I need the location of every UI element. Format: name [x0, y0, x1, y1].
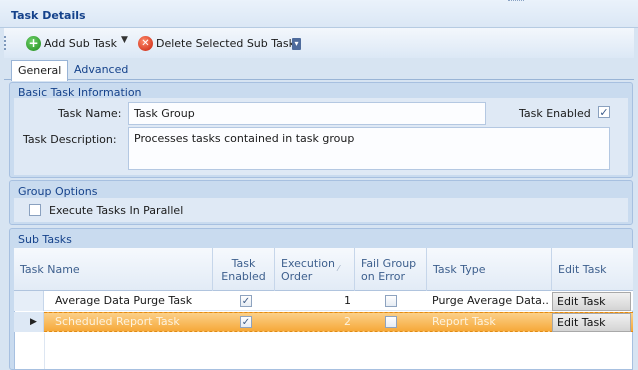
task-name-cell[interactable]: Scheduled Report Task: [55, 312, 180, 332]
window-title: Task Details: [11, 9, 86, 22]
task-name-label: Task Name:: [58, 107, 122, 120]
group-options-title: Group Options: [18, 185, 98, 198]
sub-tasks-title: Sub Tasks: [18, 233, 72, 246]
sort-ascending-icon: ⁄: [338, 264, 340, 273]
grid-row-header-line: [44, 333, 45, 369]
task-enabled-checkbox[interactable]: ✓: [240, 316, 252, 328]
task-description-field[interactable]: Processes tasks contained in task group: [128, 127, 610, 170]
task-enabled-checkbox[interactable]: ✓: [598, 106, 610, 118]
tab-advanced[interactable]: Advanced: [68, 60, 134, 81]
task-type-cell[interactable]: Purge Average Data...: [432, 291, 548, 311]
column-header-fail-group[interactable]: Fail Group on Error: [355, 248, 427, 291]
x-circle-icon[interactable]: ✕: [138, 36, 153, 51]
current-row-arrow-icon: ▶: [30, 317, 37, 327]
execution-order-cell[interactable]: 1: [275, 291, 351, 311]
fail-group-checkbox[interactable]: [385, 316, 397, 328]
plus-circle-icon[interactable]: +: [26, 36, 41, 51]
edit-task-button[interactable]: Edit Task: [552, 292, 631, 311]
row-header[interactable]: [14, 312, 44, 332]
toolbar-grip-icon[interactable]: [4, 36, 7, 50]
tab-general[interactable]: General: [11, 60, 69, 81]
edit-task-button[interactable]: Edit Task: [552, 313, 631, 332]
execution-order-cell[interactable]: 2: [275, 312, 351, 332]
column-header-task-type[interactable]: Task Type: [427, 248, 552, 291]
overflow-chevron-icon[interactable]: ▾: [292, 39, 301, 49]
drag-handle[interactable]: [508, 0, 524, 3]
title-bar: [0, 0, 638, 28]
task-enabled-checkbox[interactable]: ✓: [240, 295, 252, 307]
delete-sub-task-button[interactable]: Delete Selected Sub Task: [156, 34, 295, 54]
task-name-field[interactable]: Task Group: [128, 102, 486, 125]
column-header-task-name[interactable]: Task Name: [14, 248, 213, 291]
column-header-task-enabled[interactable]: Task Enabled: [213, 248, 275, 291]
add-sub-task-button[interactable]: Add Sub Task: [44, 34, 117, 54]
task-type-cell[interactable]: Report Task: [432, 312, 548, 332]
execute-parallel-label: Execute Tasks In Parallel: [49, 204, 184, 217]
execute-parallel-checkbox[interactable]: [29, 204, 41, 216]
column-header-edit-task[interactable]: Edit Task: [552, 248, 632, 291]
chevron-down-icon[interactable]: ▼: [121, 35, 128, 45]
task-name-cell[interactable]: Average Data Purge Task: [55, 291, 192, 311]
fail-group-checkbox[interactable]: [385, 295, 397, 307]
row-header[interactable]: [14, 291, 44, 311]
task-description-label: Task Description:: [23, 133, 117, 146]
task-enabled-label: Task Enabled: [519, 107, 591, 120]
column-header-execution-order[interactable]: Execution Order: [275, 248, 355, 291]
